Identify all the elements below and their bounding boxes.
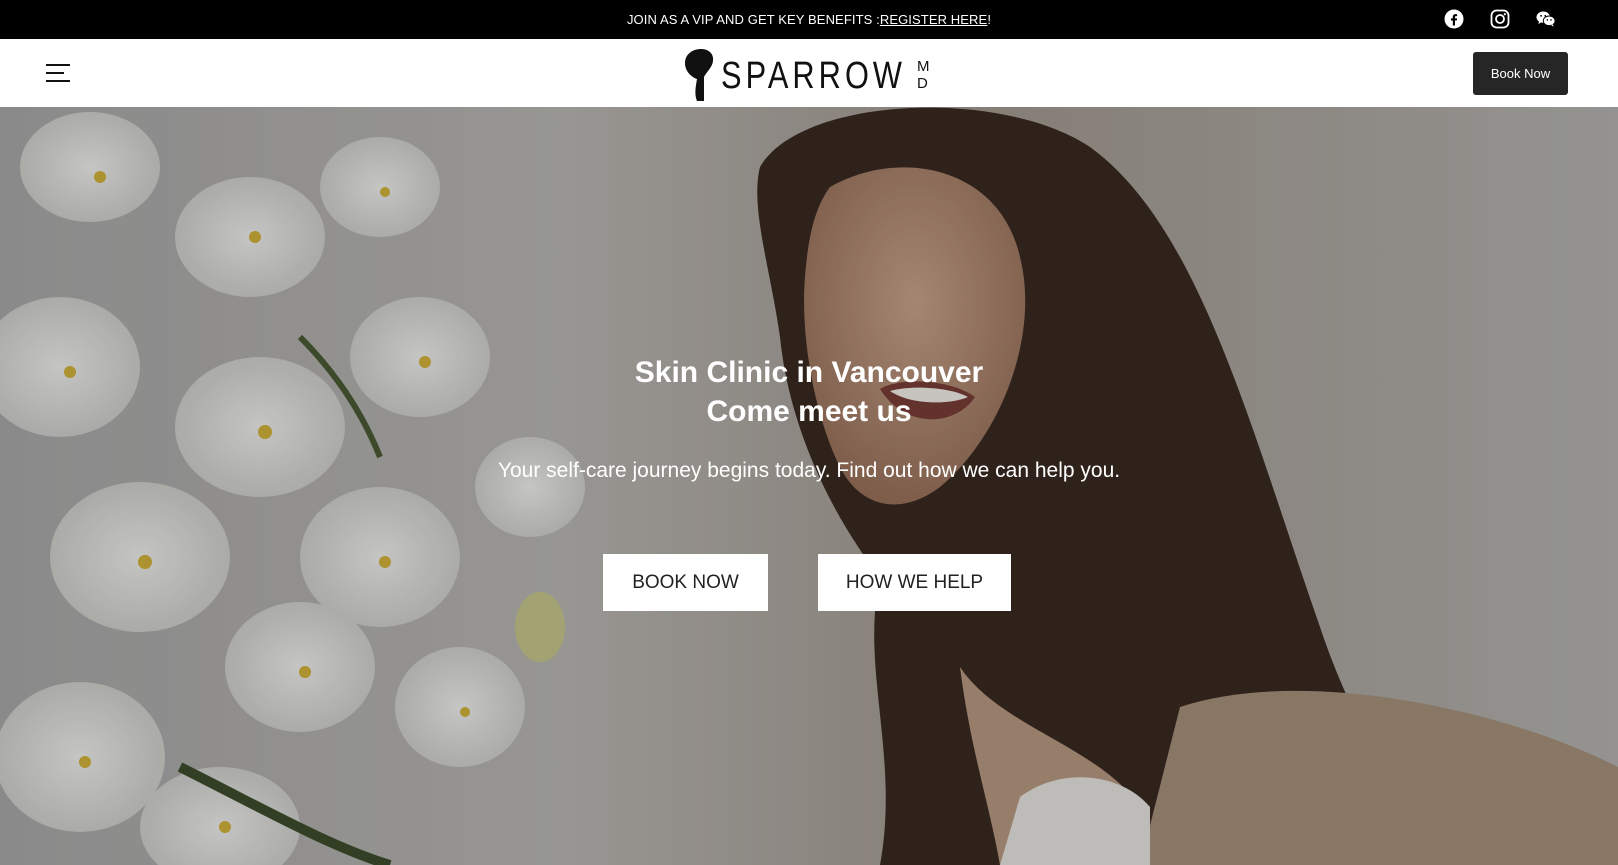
wechat-icon[interactable] [1536,9,1556,29]
logo-suffix-d: D [917,75,928,92]
hero-how-we-help-button[interactable]: HOW WE HELP [818,554,1011,611]
announcement-prefix: JOIN AS A VIP AND GET KEY BENEFITS : [626,12,880,27]
hero-title-line2: Come meet us [706,395,912,428]
logo-mark [685,49,714,101]
hero-book-now-button[interactable]: BOOK NOW [603,554,768,611]
announcement-suffix: ! [987,12,992,27]
hero-subtitle: Your self-care journey begins today. Fin… [497,459,1121,482]
logo-suffix-m: M [917,58,930,75]
social-links [1444,9,1556,30]
facebook-icon[interactable] [1444,9,1464,29]
announcement-bar: JOIN AS A VIP AND GET KEY BENEFITS : REG… [0,0,1618,39]
instagram-icon[interactable] [1490,9,1510,29]
logo[interactable]: SPARROW M D [683,49,933,101]
logo-wordmark: SPARROW [721,55,906,97]
announcement-text: JOIN AS A VIP AND GET KEY BENEFITS : REG… [0,0,1618,39]
menu-icon[interactable] [46,61,72,85]
hero-title-line1: Skin Clinic in Vancouver [634,356,984,389]
hero-content: Skin Clinic in Vancouver Come meet us Yo… [0,107,1618,865]
register-link[interactable]: REGISTER HERE [880,12,987,27]
hero-section: Skin Clinic in Vancouver Come meet us Yo… [0,107,1618,865]
site-header: SPARROW M D Book Now [0,39,1618,107]
book-now-button[interactable]: Book Now [1473,52,1568,95]
